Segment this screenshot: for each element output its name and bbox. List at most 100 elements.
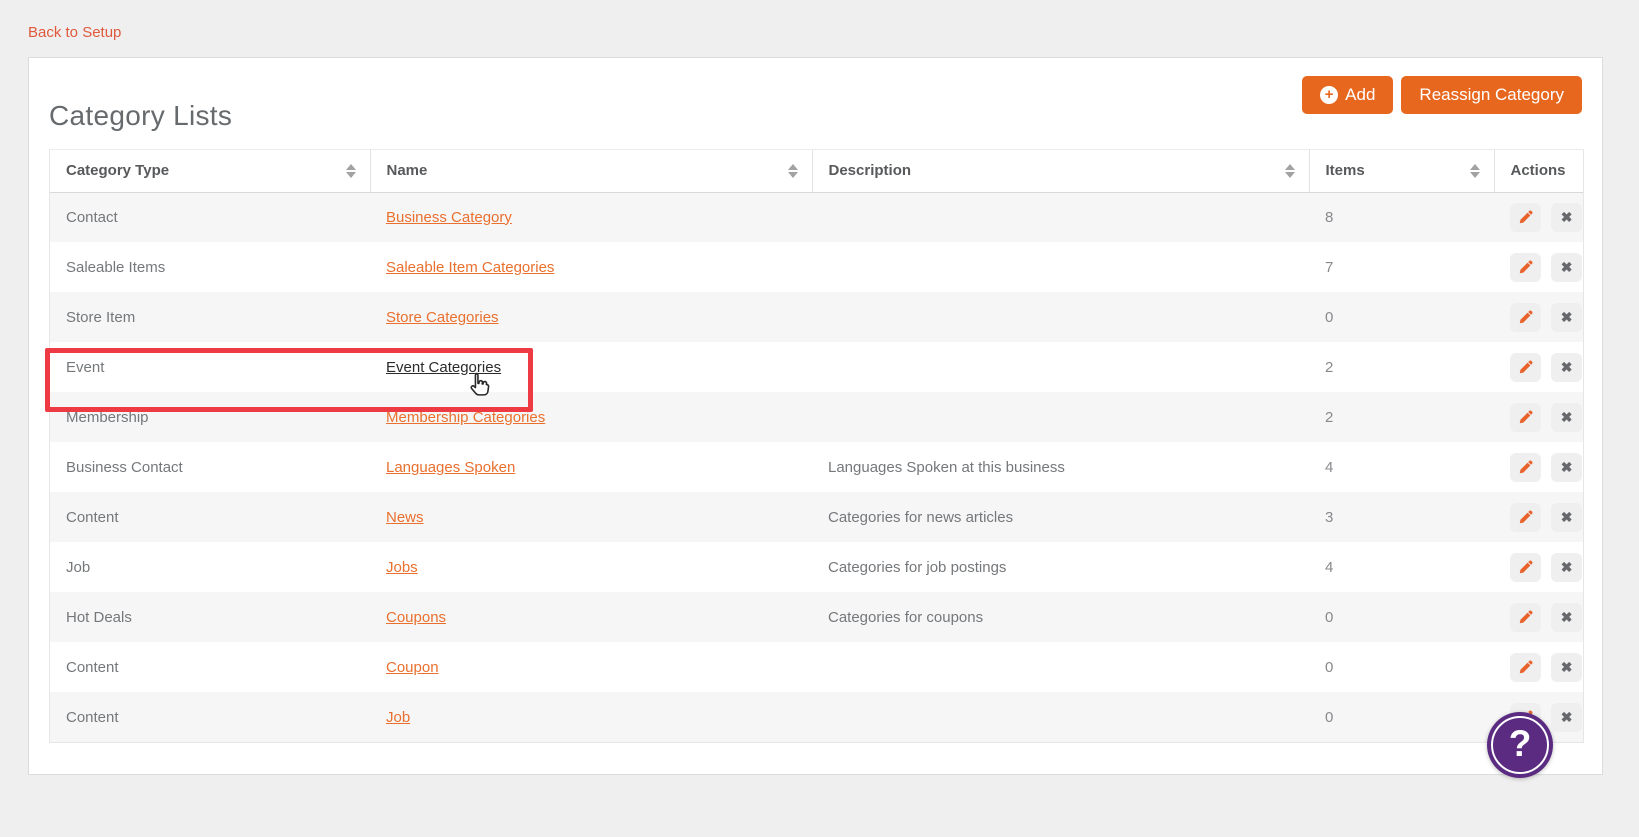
delete-button[interactable]: ✖	[1551, 602, 1583, 632]
items-count-cell: 3	[1309, 492, 1494, 542]
category-name-link[interactable]: Coupons	[386, 609, 446, 626]
items-count-cell: 0	[1309, 692, 1494, 742]
pencil-icon	[1519, 260, 1533, 273]
edit-button[interactable]	[1510, 202, 1541, 232]
category-type-cell: Membership	[50, 392, 370, 442]
name-cell: Store Categories	[370, 292, 812, 342]
edit-button[interactable]	[1510, 502, 1541, 532]
delete-button[interactable]: ✖	[1551, 552, 1583, 582]
actions-cell: ✖	[1494, 392, 1583, 442]
edit-button[interactable]	[1510, 652, 1541, 682]
column-header-name[interactable]: Name	[370, 150, 813, 193]
items-count-cell: 7	[1325, 258, 1334, 276]
pencil-icon	[1519, 660, 1533, 673]
actions-cell: ✖	[1494, 592, 1583, 642]
items-count-cell: 2	[1309, 392, 1494, 442]
items-count-cell: 4	[1325, 558, 1334, 576]
category-name-link[interactable]: Coupon	[386, 659, 439, 676]
items-count-cell: 8	[1309, 192, 1494, 242]
add-button[interactable]: + Add	[1302, 76, 1394, 114]
edit-button[interactable]	[1510, 302, 1541, 332]
delete-button[interactable]: ✖	[1551, 352, 1583, 382]
delete-button[interactable]: ✖	[1551, 302, 1583, 332]
edit-button[interactable]	[1510, 602, 1541, 632]
category-name-link[interactable]: Store Categories	[386, 309, 499, 326]
category-name-link[interactable]: Languages Spoken	[386, 459, 515, 476]
category-name-link[interactable]: Saleable Item Categories	[386, 259, 554, 276]
plus-circle-icon: +	[1320, 86, 1339, 104]
category-name-link[interactable]: Business Category	[386, 209, 512, 226]
actions-cell: ✖	[1494, 642, 1583, 692]
x-icon: ✖	[1560, 209, 1573, 226]
category-type-cell: Content	[66, 658, 119, 676]
category-name-link[interactable]: News	[386, 509, 424, 526]
table-header-row: Category Type Name Description Items Act…	[50, 150, 1583, 193]
column-header-category-type[interactable]: Category Type	[50, 150, 371, 193]
column-header-label: Name	[386, 162, 428, 180]
description-cell	[812, 192, 1309, 242]
x-icon: ✖	[1560, 309, 1573, 325]
category-type-cell: Content	[50, 492, 370, 542]
help-button[interactable]: ?	[1487, 712, 1553, 778]
sort-icon[interactable]	[787, 163, 798, 178]
page-title: Category Lists	[49, 100, 233, 131]
category-lists-card: Category Lists + Add Reassign Category C…	[28, 57, 1603, 775]
pencil-icon	[1519, 510, 1533, 523]
edit-button[interactable]	[1510, 552, 1541, 582]
items-count-cell: 0	[1325, 658, 1334, 676]
back-to-setup-link[interactable]: Back to Setup	[28, 24, 121, 41]
column-header-items[interactable]: Items	[1309, 150, 1495, 193]
pencil-icon	[1519, 410, 1533, 423]
description-cell: Categories for job postings	[828, 558, 1007, 576]
edit-button[interactable]	[1510, 402, 1541, 432]
delete-button[interactable]: ✖	[1551, 702, 1583, 732]
category-name-link[interactable]: Event Categories	[386, 359, 501, 376]
table-row: Business Contact Languages Spoken Langua…	[50, 442, 1583, 492]
table-row: Job Jobs Categories for job postings 4 ✖	[50, 542, 1583, 592]
table-row: Store Item Store Categories 0 ✖	[50, 292, 1583, 342]
question-mark-icon: ?	[1508, 723, 1532, 764]
sort-icon[interactable]	[1469, 163, 1480, 178]
x-icon: ✖	[1560, 409, 1573, 425]
pencil-icon	[1519, 210, 1533, 223]
delete-button[interactable]: ✖	[1551, 452, 1583, 482]
description-cell: Categories for coupons	[812, 592, 1309, 642]
column-header-description[interactable]: Description	[812, 150, 1310, 193]
x-icon: ✖	[1560, 509, 1573, 525]
category-name-link[interactable]: Job	[386, 709, 410, 726]
reassign-category-button[interactable]: Reassign Category	[1401, 76, 1582, 114]
items-count-cell: 0	[1309, 592, 1494, 642]
edit-button[interactable]	[1510, 352, 1541, 382]
actions-cell: ✖	[1494, 242, 1583, 292]
table-row: Saleable Items Saleable Item Categories …	[50, 242, 1583, 292]
delete-button[interactable]: ✖	[1551, 202, 1583, 232]
name-cell: Membership Categories	[370, 392, 812, 442]
name-cell: Saleable Item Categories	[370, 242, 812, 292]
edit-button[interactable]	[1510, 452, 1541, 482]
delete-button[interactable]: ✖	[1551, 252, 1583, 282]
description-cell	[812, 692, 1309, 742]
column-header-label: Category Type	[66, 162, 170, 180]
description-cell	[812, 342, 1309, 392]
pencil-icon	[1519, 360, 1533, 373]
sort-icon[interactable]	[345, 163, 356, 178]
category-type-cell: Job	[66, 558, 91, 576]
actions-cell: ✖	[1494, 492, 1583, 542]
description-cell: Languages Spoken at this business	[828, 458, 1065, 476]
delete-button[interactable]: ✖	[1551, 652, 1583, 682]
column-header-label: Actions	[1510, 162, 1566, 180]
description-cell	[812, 292, 1309, 342]
category-table: Category Type Name Description Items Act…	[49, 149, 1584, 743]
category-name-link[interactable]: Membership Categories	[386, 409, 545, 426]
description-cell: Categories for news articles	[812, 492, 1309, 542]
table-row: Content News Categories for news article…	[50, 492, 1583, 542]
delete-button[interactable]: ✖	[1551, 402, 1583, 432]
category-type-cell: Saleable Items	[66, 258, 166, 276]
category-name-link[interactable]: Jobs	[386, 559, 418, 576]
column-header-label: Items	[1325, 162, 1365, 180]
delete-button[interactable]: ✖	[1551, 502, 1583, 532]
description-cell	[812, 392, 1309, 442]
sort-icon[interactable]	[1284, 163, 1295, 178]
actions-cell: ✖	[1494, 542, 1583, 592]
edit-button[interactable]	[1510, 252, 1541, 282]
